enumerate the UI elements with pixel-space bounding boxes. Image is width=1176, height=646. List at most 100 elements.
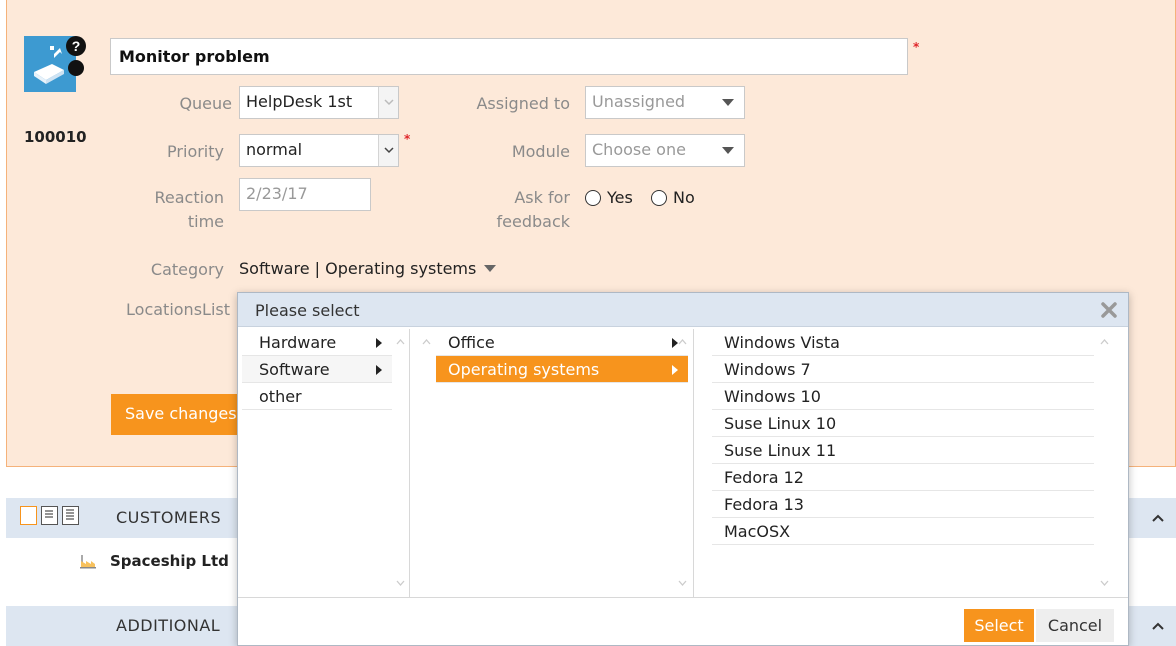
list-item-software[interactable]: Software — [242, 356, 392, 383]
scrollbar[interactable] — [1096, 329, 1114, 597]
dialog-header: Please select — [238, 293, 1128, 327]
svg-text:?: ? — [72, 38, 81, 54]
list-item-office[interactable]: Office — [436, 329, 688, 356]
save-changes-button[interactable]: Save changes — [111, 394, 251, 435]
chevron-up-icon[interactable] — [1100, 337, 1109, 346]
scrollbar[interactable] — [418, 329, 436, 597]
feedback-label-line1: Ask for — [514, 188, 570, 207]
dialog-footer: Select Cancel — [238, 597, 1128, 645]
list-item-hardware[interactable]: Hardware — [242, 329, 392, 356]
list-item-operating-systems[interactable]: Operating systems — [436, 356, 688, 383]
caret-down-icon — [722, 99, 734, 106]
select-button[interactable]: Select — [964, 609, 1034, 642]
radio-circle-icon — [651, 189, 667, 206]
feedback-yes-radio[interactable]: Yes — [585, 188, 633, 207]
list-item[interactable]: Fedora 12 — [712, 464, 1094, 491]
list-item-label: Windows Vista — [724, 333, 840, 352]
list-item-label: Suse Linux 10 — [724, 414, 837, 433]
priority-value: normal — [246, 140, 303, 159]
feedback-no-radio[interactable]: No — [651, 188, 695, 207]
feedback-label-line2: feedback — [496, 212, 571, 231]
module-value: Choose one — [592, 140, 686, 159]
category-column-1: Hardware Software other — [242, 329, 410, 597]
page: ? 100010 Monitor problem * Queue HelpDes… — [0, 0, 1176, 646]
ticket-id: 100010 — [24, 128, 87, 146]
queue-label: Queue — [179, 94, 232, 113]
category-label: Category — [150, 260, 224, 279]
module-label: Module — [511, 142, 570, 161]
chevron-down-icon[interactable] — [1100, 579, 1109, 588]
feedback-no-label: No — [673, 188, 695, 207]
chevron-up-icon[interactable] — [396, 337, 405, 346]
view-list-icon[interactable] — [41, 506, 58, 525]
chevron-down-icon — [378, 87, 398, 118]
locations-label: LocationsList — [126, 300, 230, 319]
view-toggle — [20, 506, 79, 525]
caret-right-icon — [376, 365, 382, 375]
customer-name: Spaceship Ltd — [110, 552, 229, 570]
list-item-label: Operating systems — [448, 360, 600, 379]
list-item-label: Windows 10 — [724, 387, 821, 406]
chevron-down-icon[interactable] — [678, 579, 687, 588]
list-item[interactable]: MacOSX — [712, 518, 1094, 545]
assigned-value: Unassigned — [592, 92, 686, 111]
feedback-label: Ask for feedback — [420, 186, 571, 234]
scrollbar[interactable] — [674, 329, 692, 597]
list-item-label: Office — [448, 333, 495, 352]
close-icon[interactable] — [1100, 301, 1118, 319]
caret-down-icon — [484, 265, 497, 272]
list-item[interactable]: Windows Vista — [712, 329, 1094, 356]
assigned-select[interactable]: Unassigned — [585, 86, 745, 119]
title-input[interactable]: Monitor problem — [110, 38, 908, 75]
list-item-label: Fedora 12 — [724, 468, 804, 487]
category-select-dialog: Please select Hardware Software other Of… — [237, 292, 1129, 646]
caret-right-icon — [376, 338, 382, 348]
chevron-down-icon — [378, 135, 398, 166]
reaction-time-label: Reaction time — [120, 186, 225, 234]
queue-value: HelpDesk 1st — [246, 92, 353, 111]
view-detail-icon[interactable] — [62, 506, 79, 525]
list-item-label: Fedora 13 — [724, 495, 804, 514]
dialog-title: Please select — [255, 301, 360, 320]
reaction-label-line2: time — [187, 212, 224, 231]
category-column-2: Office Operating systems — [418, 329, 694, 597]
chevron-up-icon[interactable] — [678, 337, 687, 346]
list-item-label: Hardware — [259, 333, 337, 352]
list-item[interactable]: Windows 7 — [712, 356, 1094, 383]
reaction-label-line1: Reaction — [154, 188, 225, 207]
view-single-icon[interactable] — [20, 506, 37, 525]
caret-down-icon — [722, 147, 734, 154]
list-item[interactable]: Fedora 13 — [712, 491, 1094, 518]
priority-label: Priority — [167, 142, 224, 161]
customer-row[interactable]: Spaceship Ltd — [80, 552, 229, 570]
collapse-chevron-up-icon[interactable] — [1152, 620, 1164, 632]
category-column-3: Windows Vista Windows 7 Windows 10 Suse … — [712, 329, 1120, 597]
radio-circle-icon — [585, 189, 601, 206]
queue-select[interactable]: HelpDesk 1st — [239, 86, 399, 119]
factory-icon — [80, 555, 96, 569]
reaction-time-placeholder: 2/23/17 — [246, 184, 308, 203]
list-item-label: other — [259, 387, 302, 406]
list-item-label: MacOSX — [724, 522, 791, 541]
priority-required-mark: * — [404, 132, 411, 146]
priority-select[interactable]: normal — [239, 134, 399, 167]
reaction-time-input[interactable]: 2/23/17 — [239, 178, 371, 211]
category-value: Software | Operating systems — [239, 259, 477, 278]
chevron-up-icon[interactable] — [422, 337, 431, 346]
category-selector[interactable]: Software | Operating systems — [239, 259, 497, 278]
chevron-down-icon[interactable] — [396, 579, 405, 588]
list-item[interactable]: Windows 10 — [712, 383, 1094, 410]
list-item-label: Software — [259, 360, 330, 379]
additional-title: ADDITIONAL — [116, 616, 221, 635]
module-select[interactable]: Choose one — [585, 134, 745, 167]
list-item-label: Suse Linux 11 — [724, 441, 837, 460]
collapse-chevron-up-icon[interactable] — [1152, 512, 1164, 524]
title-required-mark: * — [913, 40, 920, 54]
list-item[interactable]: Suse Linux 11 — [712, 437, 1094, 464]
cancel-button[interactable]: Cancel — [1036, 609, 1114, 642]
scrollbar[interactable] — [392, 329, 410, 597]
list-item[interactable]: Suse Linux 10 — [712, 410, 1094, 437]
assigned-label: Assigned to — [476, 94, 570, 113]
list-item-other[interactable]: other — [242, 383, 392, 410]
ticket-type-icon[interactable]: ? — [24, 34, 88, 94]
